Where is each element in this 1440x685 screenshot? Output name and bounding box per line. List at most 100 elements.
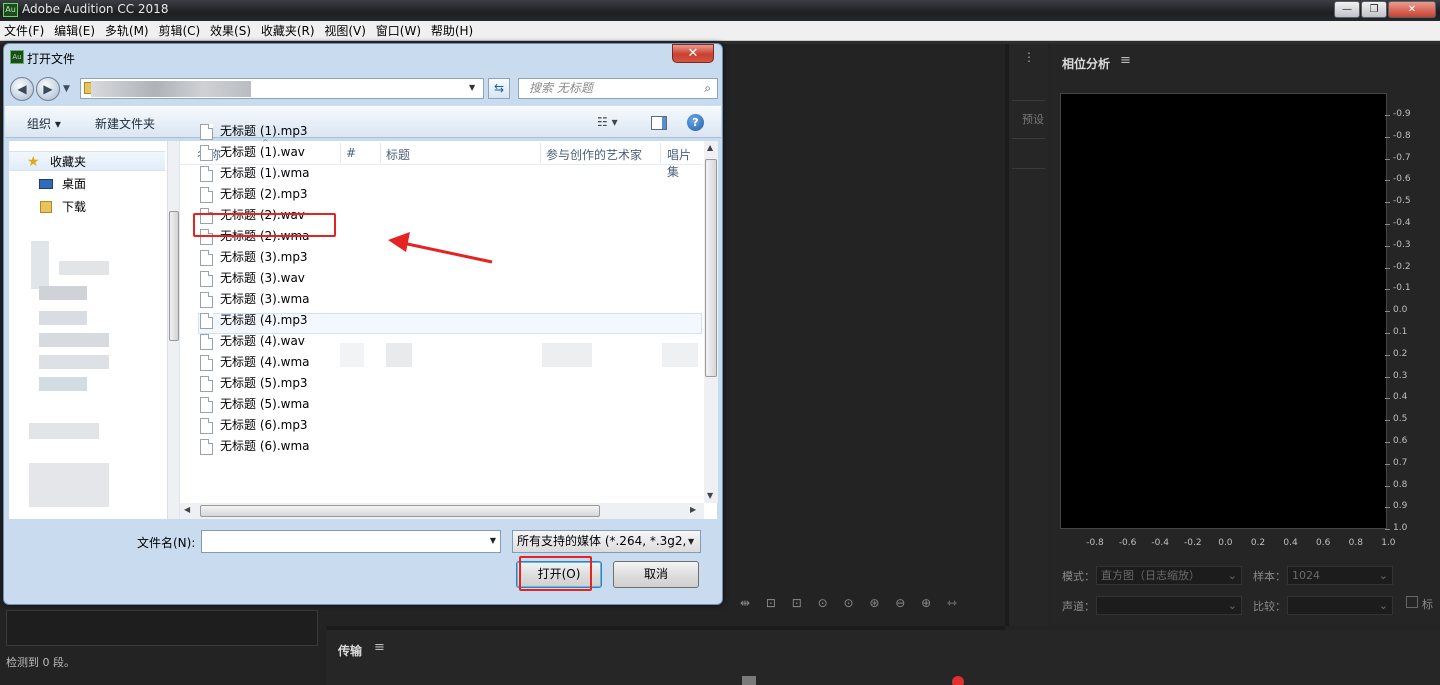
transport-panel: 传输 ≡ (326, 630, 1440, 685)
search-input[interactable]: 搜索 无标题 ⌕ (518, 78, 718, 99)
maximize-icon[interactable]: ❐ (1361, 1, 1387, 18)
y-tick-label: -0.5 (1385, 196, 1433, 206)
file-row[interactable]: 无标题 (2).mp3 (198, 184, 702, 205)
divider (1012, 168, 1045, 169)
y-tick-label: 0.1 (1385, 327, 1433, 337)
scroll-thumb[interactable] (200, 505, 600, 517)
y-tick-label: -0.9 (1385, 109, 1433, 119)
back-icon[interactable]: ◀ (10, 77, 34, 101)
file-row[interactable]: 无标题 (5).wma (198, 394, 702, 415)
nav-scrollbar[interactable] (167, 141, 179, 519)
file-icon (200, 418, 213, 434)
filename-label: 文件名(N): (137, 536, 196, 550)
y-tick-label: -0.1 (1385, 283, 1433, 293)
minimize-icon[interactable]: — (1334, 1, 1360, 18)
menu-edit[interactable]: 编辑(E) (52, 21, 97, 41)
file-name: 无标题 (3).wav (220, 271, 305, 285)
x-tick-label: -0.6 (1118, 538, 1137, 548)
file-icon (200, 397, 213, 413)
file-row[interactable]: 无标题 (3).wav (198, 268, 702, 289)
file-list-vscrollbar[interactable]: ▲ ▼ (704, 141, 718, 503)
refresh-icon[interactable]: ⇆ (488, 78, 510, 99)
file-icon (200, 145, 213, 161)
chevron-down-icon[interactable]: ▼ (688, 537, 694, 546)
samples-label: 样本： (1253, 570, 1286, 583)
new-folder-button[interactable]: 新建文件夹 (95, 115, 155, 132)
search-placeholder: 搜索 无标题 (529, 81, 593, 95)
star-icon: ★ (27, 154, 40, 170)
file-row[interactable]: 无标题 (1).wav (198, 142, 702, 163)
file-row[interactable]: 无标题 (5).mp3 (198, 373, 702, 394)
scroll-up-icon[interactable]: ▲ (707, 143, 713, 152)
zoom-icon[interactable]: ⇹ ⊡ ⊡ ⊙ ⊙ ⊛ ⊖ ⊕ ⇿ (740, 596, 963, 610)
chevron-down-icon: ⌄ (1227, 569, 1237, 582)
address-row: ◀ ▶ ▼ ▼ ⇆ 搜索 无标题 ⌕ (8, 74, 718, 104)
menu-multitrack[interactable]: 多轨(M) (103, 21, 151, 41)
checkbox[interactable] (1406, 596, 1418, 608)
scroll-right-icon[interactable]: ▶ (690, 505, 696, 514)
file-row[interactable]: 无标题 (6).wma (198, 436, 702, 457)
menu-favorites[interactable]: 收藏夹(R) (259, 21, 317, 41)
file-type-select[interactable]: 所有支持的媒体 (*.264, *.3g2, (512, 530, 701, 553)
scroll-left-icon[interactable]: ◀ (184, 505, 190, 514)
forward-icon[interactable]: ▶ (36, 77, 60, 101)
x-tick-label: 1.0 (1381, 538, 1396, 548)
panel-menu-icon[interactable]: ≡ (1120, 53, 1131, 68)
menu-file[interactable]: 文件(F) (2, 21, 46, 41)
recent-chevron-icon[interactable]: ▼ (63, 84, 70, 94)
chevron-down-icon[interactable]: ▼ (490, 536, 496, 545)
chevron-down-icon[interactable]: ▼ (469, 83, 475, 92)
file-icon (200, 166, 213, 182)
filename-input[interactable]: ▼ (201, 530, 501, 553)
record-icon[interactable] (952, 676, 964, 685)
compare-select[interactable]: ⌄ (1287, 596, 1393, 615)
y-tick-label: 0.0 (1385, 305, 1433, 315)
nav-label: 下载 (62, 200, 87, 214)
close-icon[interactable]: ✕ (672, 44, 714, 63)
organize-button[interactable]: 组织 ▾ (27, 115, 61, 132)
file-row[interactable]: 无标题 (4).wav (198, 331, 702, 352)
file-row[interactable]: 无标题 (6).mp3 (198, 415, 702, 436)
panel-menu-icon[interactable]: ⋮ (1023, 50, 1035, 64)
menu-clip[interactable]: 剪辑(C) (156, 21, 202, 41)
nav-downloads[interactable]: 下载 (9, 197, 165, 217)
file-name: 无标题 (3).mp3 (220, 250, 308, 264)
close-icon[interactable]: ✕ (1388, 1, 1436, 18)
menu-help[interactable]: 帮助(H) (429, 21, 475, 41)
file-row[interactable]: 无标题 (1).mp3 (198, 121, 702, 142)
cancel-button[interactable]: 取消 (613, 561, 699, 588)
stop-icon[interactable] (742, 676, 756, 685)
file-row[interactable]: 无标题 (1).wma (198, 163, 702, 184)
nav-desktop[interactable]: 桌面 (9, 174, 165, 194)
annotation-arrow-icon (388, 232, 493, 264)
scroll-down-icon[interactable]: ▼ (707, 491, 713, 500)
x-tick-label: 0.6 (1316, 538, 1331, 548)
file-row[interactable]: 无标题 (4).mp3 (198, 310, 702, 331)
nav-favorites[interactable]: ★ 收藏夹 (9, 151, 165, 171)
redacted-item (29, 423, 99, 439)
y-tick-label: -0.2 (1385, 262, 1433, 272)
file-name: 无标题 (2).mp3 (220, 187, 308, 201)
mode-select[interactable]: 直方图（日志缩放） ⌄ (1096, 566, 1242, 585)
menu-window[interactable]: 窗口(W) (374, 21, 423, 41)
address-bar[interactable]: ▼ (80, 78, 484, 99)
file-row[interactable]: 无标题 (4).wma (198, 352, 702, 373)
presets-column: ⋮ 预设 (1009, 44, 1048, 626)
y-tick-label: -0.6 (1385, 174, 1433, 184)
file-list-hscrollbar[interactable]: ◀ ▶ (180, 503, 704, 519)
samples-select[interactable]: 1024 ⌄ (1287, 566, 1393, 585)
y-tick-label: 0.8 (1385, 480, 1433, 490)
phase-display (1060, 93, 1387, 529)
redacted-item (39, 311, 87, 325)
channel-select[interactable]: ⌄ (1096, 596, 1242, 615)
menu-effects[interactable]: 效果(S) (208, 21, 253, 41)
panel-menu-icon[interactable]: ≡ (374, 640, 385, 655)
scroll-thumb[interactable] (169, 211, 179, 341)
scroll-thumb[interactable] (705, 159, 717, 377)
chevron-down-icon: ⌄ (1378, 599, 1388, 612)
menu-view[interactable]: 视图(V) (322, 21, 368, 41)
file-name: 无标题 (4).mp3 (220, 313, 308, 327)
file-row[interactable]: 无标题 (3).wma (198, 289, 702, 310)
x-tick-label: 0.4 (1283, 538, 1298, 548)
app-titlebar: Au Adobe Audition CC 2018 — ❐ ✕ (0, 0, 1440, 21)
